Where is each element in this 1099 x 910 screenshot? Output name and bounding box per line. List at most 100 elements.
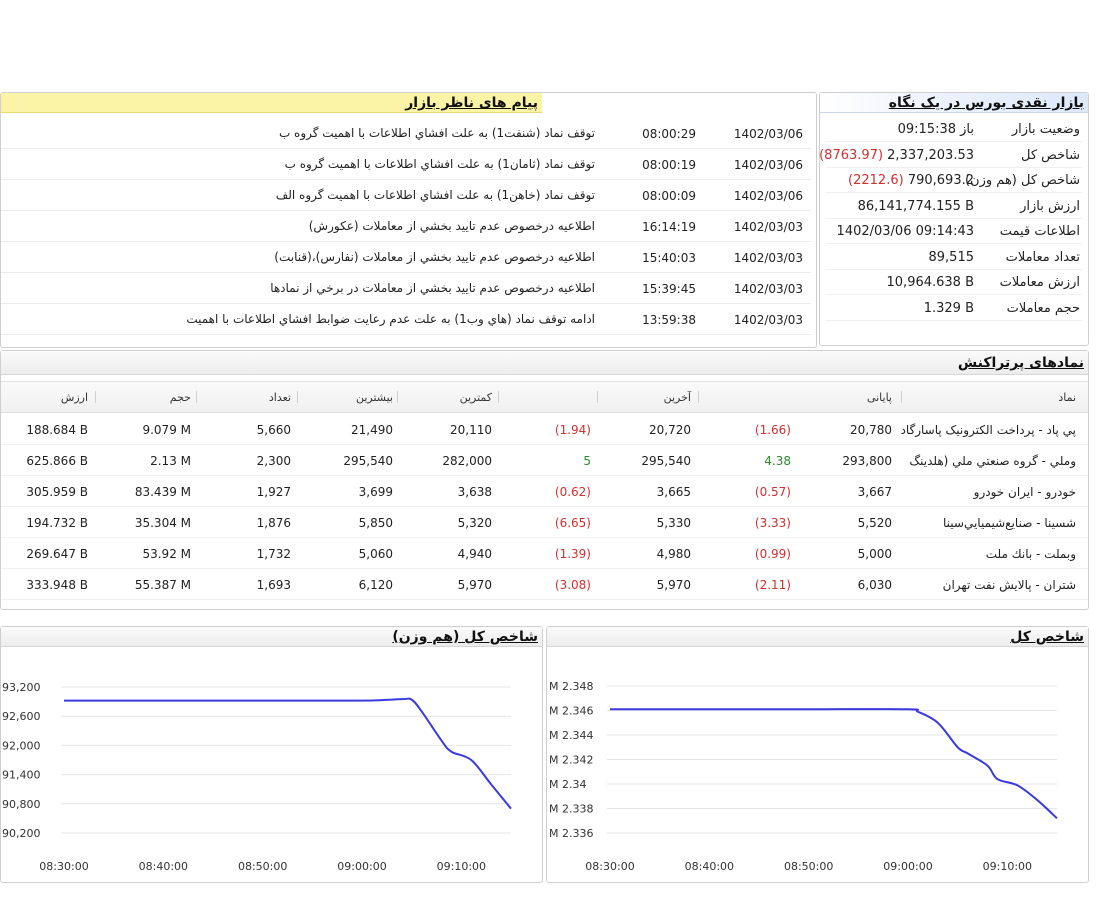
cell-last-change: (6.65) bbox=[554, 516, 591, 530]
cell-value: 269.647 B bbox=[26, 547, 88, 561]
y-tick-label: 791,400 bbox=[1, 769, 41, 782]
cell-volume: 35.304 M bbox=[134, 516, 191, 530]
x-tick-label: 08:40:00 bbox=[685, 860, 734, 873]
x-tick-label: 08:40:00 bbox=[139, 860, 188, 873]
summary-row: اطلاعات قیمت 1402/03/06 09:14:43 bbox=[826, 219, 1082, 244]
cell-volume: 2.13 M bbox=[150, 454, 191, 468]
equal-weight-index-chart-panel: شاخص کل (هم وزن) 793,200792,600792,00079… bbox=[0, 626, 543, 883]
cell-name[interactable]: وبملت - بانك ملت bbox=[986, 547, 1076, 561]
news-time: 08:00:19 bbox=[642, 158, 696, 172]
news-date: 1402/03/03 bbox=[733, 220, 803, 234]
cell-close-change: (2.11) bbox=[754, 578, 791, 592]
summary-value-text: 790,693.2 bbox=[907, 173, 974, 188]
y-tick-label: 790,800 bbox=[1, 798, 41, 811]
cell-count: 1,927 bbox=[256, 485, 291, 499]
cell-count: 1,876 bbox=[256, 516, 291, 530]
cell-name[interactable]: خودرو - ايران خودرو bbox=[974, 485, 1076, 499]
cell-low: 5,320 bbox=[457, 516, 492, 530]
cell-high: 3,699 bbox=[358, 485, 393, 499]
news-date: 1402/03/03 bbox=[733, 251, 803, 265]
cell-last: 20,720 bbox=[649, 423, 691, 437]
summary-row: شاخص کل (8763.97) 2,337,203.53 bbox=[819, 143, 1082, 168]
summary-label: حجم معاملات bbox=[1006, 300, 1080, 316]
news-item[interactable]: 1402/03/03 15:40:03 اطلاعيه درخصوص عدم تاي… bbox=[1, 242, 811, 273]
header-last[interactable]: آخرین bbox=[664, 391, 691, 404]
top-symbols-panel: نمادهای پرتراکنش نماد پایانی آخرین کمتری… bbox=[0, 350, 1089, 610]
cell-close: 20,780 bbox=[850, 423, 892, 437]
cell-last: 5,970 bbox=[656, 578, 691, 592]
news-date: 1402/03/03 bbox=[733, 282, 803, 296]
x-tick-label: 09:00:00 bbox=[337, 860, 386, 873]
table-row[interactable]: خودرو - ايران خودرو 3,667 (0.57) 3,665 (0.62… bbox=[1, 476, 1088, 507]
news-item[interactable]: 1402/03/03 15:39:45 اطلاعيه درخصوص عدم تاي… bbox=[1, 273, 811, 304]
y-tick-label: 790,200 bbox=[1, 827, 41, 840]
market-summary-panel: بازار نقدی بورس در یک نگاه وضعیت بازار با… bbox=[819, 92, 1089, 346]
y-tick-label: M 2.342 bbox=[549, 754, 593, 767]
y-tick-label: M 2.344 bbox=[549, 729, 593, 742]
cell-close: 3,667 bbox=[857, 485, 892, 499]
cell-high: 5,850 bbox=[358, 516, 393, 530]
summary-value-text: 89,515 bbox=[928, 249, 975, 265]
news-item[interactable]: 1402/03/06 08:00:09 توقف نماد (خاهن1) به ع… bbox=[1, 180, 811, 211]
summary-value: 10,964.638 B bbox=[887, 275, 974, 290]
cell-name[interactable]: شسينا - صنايع‌شيميايي‌سينا bbox=[943, 516, 1076, 530]
header-symbol[interactable]: نماد bbox=[1058, 391, 1076, 404]
table-row[interactable]: وملي - گروه صنعتي ملي (هلدينگ 293,800 4.38… bbox=[1, 445, 1088, 476]
news-time: 08:00:29 bbox=[642, 127, 696, 141]
summary-row: وضعیت بازار باز 09:15:38 bbox=[826, 117, 1082, 142]
cell-name[interactable]: وملي - گروه صنعتي ملي (هلدينگ bbox=[909, 454, 1076, 468]
series-line bbox=[64, 697, 512, 810]
header-close[interactable]: پایانی bbox=[867, 391, 892, 404]
index-chart-title[interactable]: شاخص کل bbox=[547, 627, 1088, 647]
cell-low: 4,940 bbox=[457, 547, 492, 561]
summary-label: شاخص کل (هم وزن) bbox=[964, 173, 1080, 188]
table-row[interactable]: وبملت - بانك ملت 5,000 (0.99) 4,980 (1.39) 4,… bbox=[1, 538, 1088, 569]
cell-high: 21,490 bbox=[351, 423, 393, 437]
header-count[interactable]: تعداد bbox=[269, 391, 291, 404]
cell-name[interactable]: شتران - پالايش نفت تهران bbox=[943, 578, 1076, 592]
summary-label: وضعیت بازار bbox=[1011, 122, 1080, 137]
cell-value: 305.959 B bbox=[26, 485, 88, 499]
summary-label: ارزش بازار bbox=[1020, 198, 1080, 214]
header-separator bbox=[196, 391, 197, 403]
summary-value-text: 2,337,203.53 bbox=[887, 147, 974, 163]
news-item[interactable]: 1402/03/06 08:00:19 توقف نماد (ثامان1) به … bbox=[1, 149, 811, 180]
y-tick-label: 792,000 bbox=[1, 739, 41, 752]
cell-count: 1,693 bbox=[256, 578, 291, 592]
header-value[interactable]: ارزش bbox=[61, 391, 88, 404]
top-symbols-title[interactable]: نمادهای پرتراکنش bbox=[1, 351, 1088, 375]
market-messages-title[interactable]: پیام های ناظر بازار bbox=[1, 93, 542, 113]
table-row[interactable]: شتران - پالايش نفت تهران 6,030 (2.11) 5,970… bbox=[1, 569, 1088, 600]
cell-high: 5,060 bbox=[358, 547, 393, 561]
cell-name[interactable]: پي پاد - پرداخت الکترونيک پاسارگاد bbox=[901, 423, 1077, 437]
summary-value: (8763.97) 2,337,203.53 bbox=[819, 148, 974, 163]
header-high[interactable]: بیشترین bbox=[356, 391, 393, 404]
news-item[interactable]: 1402/03/06 08:00:29 توقف نماد (شنفت1) به ع… bbox=[1, 118, 811, 149]
news-time: 08:00:09 bbox=[642, 189, 696, 203]
cell-value: 333.948 B bbox=[26, 578, 88, 592]
news-item[interactable]: 1402/03/03 13:59:38 ادامه توقف نماد (هاي و… bbox=[1, 304, 811, 335]
market-messages-panel: پیام های ناظر بازار 1402/03/06 08:00:29 تو… bbox=[0, 92, 817, 348]
cell-low: 3,638 bbox=[457, 485, 492, 499]
cell-last: 295,540 bbox=[641, 454, 691, 468]
header-separator bbox=[698, 391, 699, 403]
cell-last: 3,665 bbox=[656, 485, 691, 499]
y-tick-label: M 2.336 bbox=[549, 827, 593, 840]
summary-label: اطلاعات قیمت bbox=[999, 224, 1080, 239]
header-volume[interactable]: حجم bbox=[170, 391, 191, 404]
header-separator bbox=[901, 391, 902, 403]
table-row[interactable]: پي پاد - پرداخت الکترونيک پاسارگاد 20,780… bbox=[1, 414, 1088, 445]
cell-last-change: (3.08) bbox=[554, 578, 591, 592]
cell-count: 5,660 bbox=[256, 423, 291, 437]
header-separator bbox=[597, 391, 598, 403]
y-tick-label: 793,200 bbox=[1, 681, 41, 694]
header-low[interactable]: کمترین bbox=[460, 391, 492, 404]
cell-last: 4,980 bbox=[656, 547, 691, 561]
news-item[interactable]: 1402/03/03 16:14:19 اطلاعيه درخصوص عدم تاي… bbox=[1, 211, 811, 242]
news-text: توقف نماد (خاهن1) به علت افشاي اطلاعات ب… bbox=[275, 188, 595, 202]
news-date: 1402/03/06 bbox=[733, 189, 803, 203]
cell-low: 5,970 bbox=[457, 578, 492, 592]
cell-high: 6,120 bbox=[358, 578, 393, 592]
table-row[interactable]: شسينا - صنايع‌شيميايي‌سينا 5,520 (3.33) 5,3… bbox=[1, 507, 1088, 538]
equal-weight-chart-title[interactable]: شاخص کل (هم وزن) bbox=[1, 627, 542, 647]
